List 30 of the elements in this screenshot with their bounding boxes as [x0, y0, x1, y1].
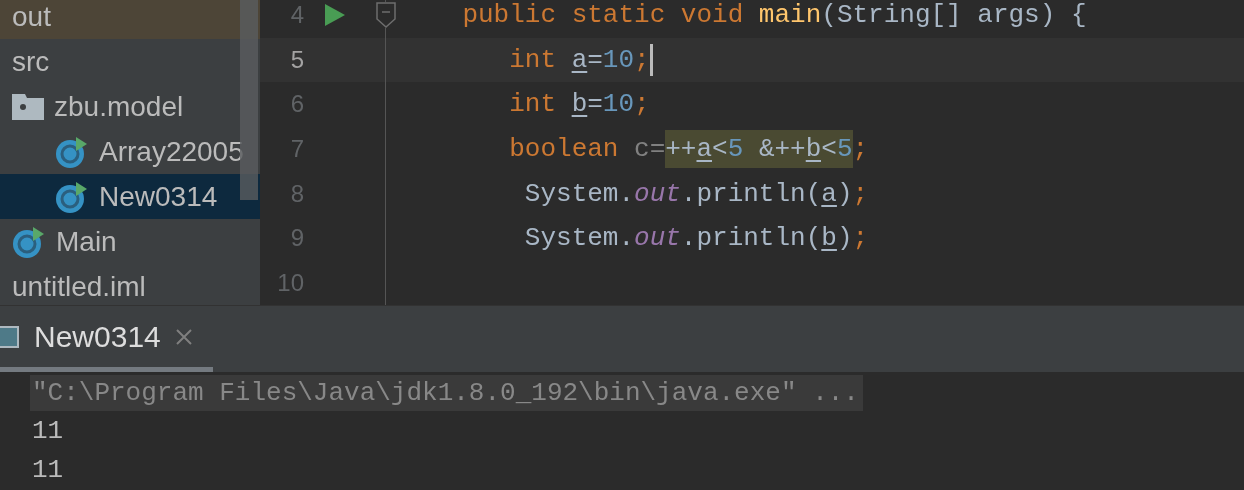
line-number: 5: [289, 44, 304, 75]
console-icon: [0, 323, 20, 350]
class-icon: [55, 134, 89, 169]
run-icon[interactable]: [325, 4, 345, 27]
tree-item[interactable]: src: [0, 39, 260, 84]
code-line: int a=10;: [400, 40, 653, 79]
code-line: boolean c=++a<5 &++b<5;: [400, 130, 869, 169]
tree-item[interactable]: untitled.iml: [0, 264, 260, 305]
code-line: System.out.println(b);: [523, 222, 869, 256]
class-icon: [12, 224, 46, 259]
line-number: 8: [289, 178, 304, 209]
fold-icon[interactable]: [376, 2, 396, 29]
line-number: 6: [289, 89, 304, 120]
line-number: 9: [289, 223, 304, 254]
line-number: 10: [276, 267, 304, 298]
tree-item[interactable]: Main: [0, 219, 260, 264]
tree-item[interactable]: New0314: [0, 174, 260, 219]
output-line: 11: [31, 454, 65, 487]
output-line: 11: [31, 415, 65, 448]
folder-icon: [12, 93, 44, 120]
line-number: 7: [289, 134, 304, 165]
tree-item[interactable]: zbu.model: [0, 84, 260, 129]
code-line: public static void main(String[] args) {: [461, 0, 1087, 33]
line-number: 4: [289, 0, 304, 31]
close-icon[interactable]: [174, 327, 193, 346]
tree-item[interactable]: Array22005: [0, 129, 260, 174]
code-line: int b=10;: [508, 88, 650, 122]
code-line: System.out.println(a);: [523, 177, 869, 211]
class-icon: [55, 179, 89, 214]
tree-item[interactable]: out: [0, 0, 260, 39]
